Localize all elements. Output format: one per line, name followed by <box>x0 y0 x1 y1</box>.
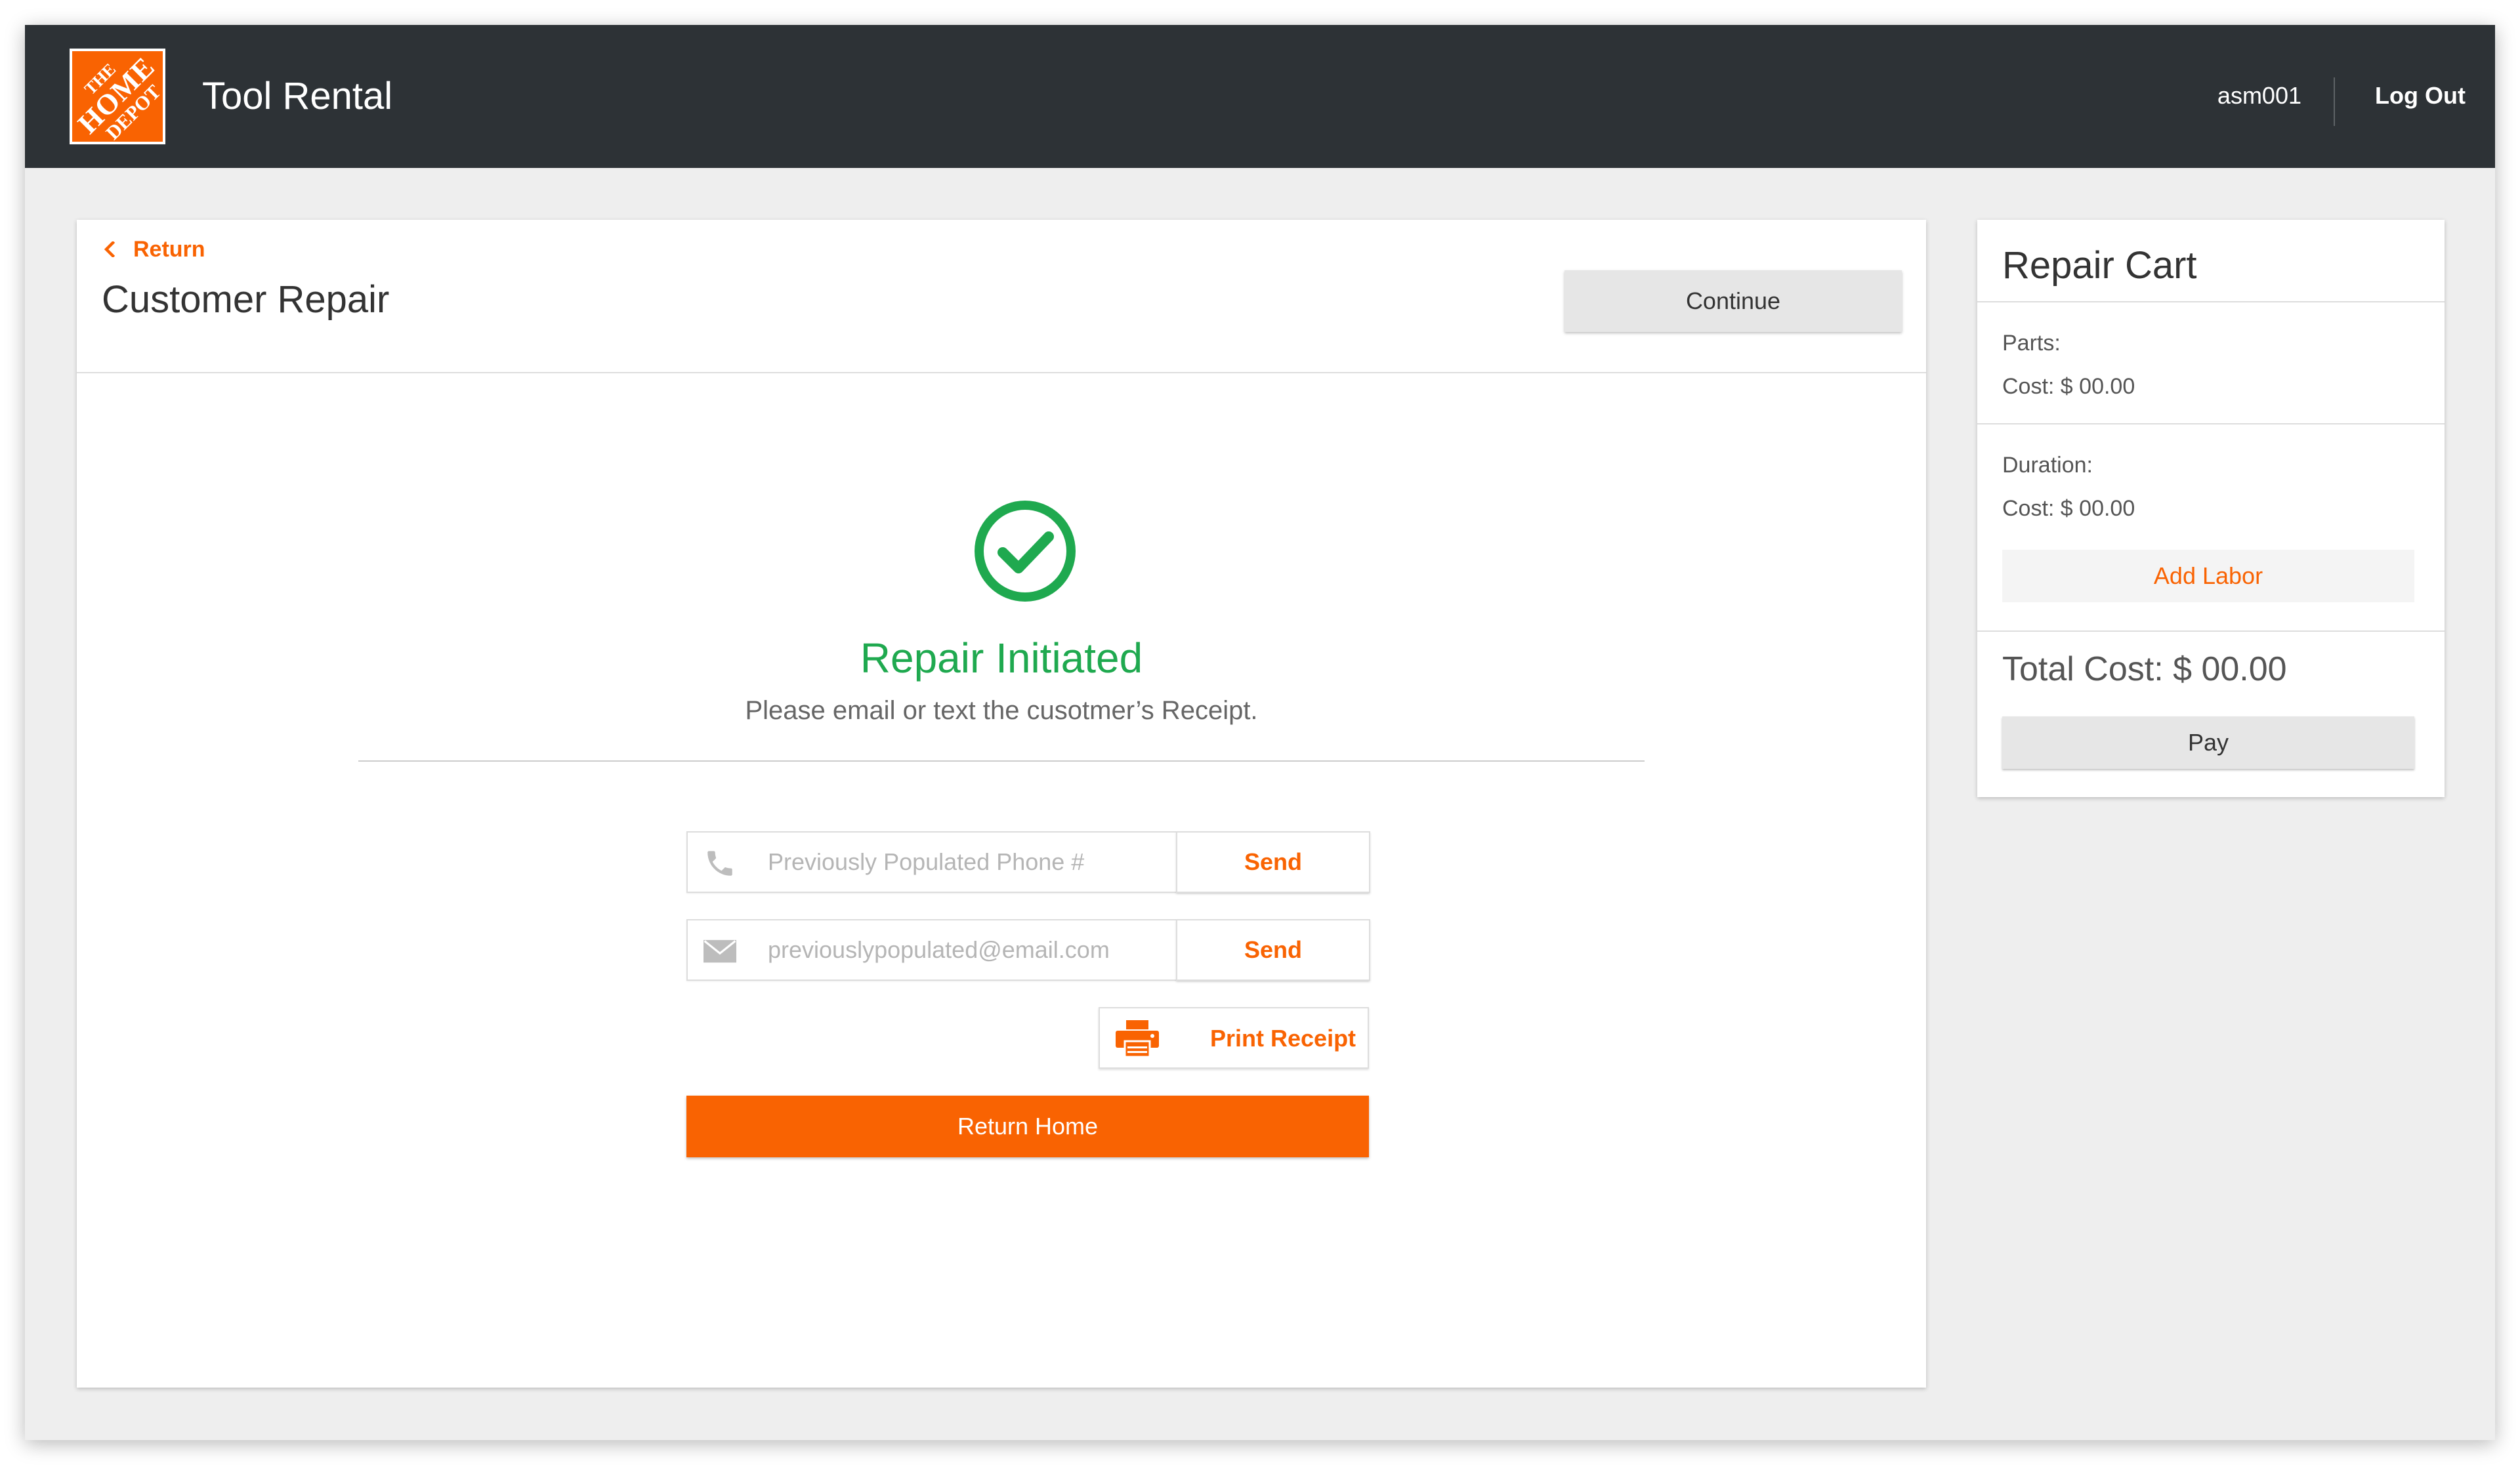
logout-link[interactable]: Log Out <box>2375 79 2466 113</box>
return-link[interactable]: Return <box>102 233 205 266</box>
home-depot-logo: THE HOME DEPOT <box>70 49 165 144</box>
cart-divider <box>1977 630 2445 632</box>
return-home-button[interactable]: Return Home <box>686 1096 1369 1157</box>
header-divider <box>2334 77 2335 126</box>
app-window: THE HOME DEPOT Tool Rental asm001 Log Ou… <box>25 25 2495 1440</box>
email-send-row: Send <box>686 919 1370 981</box>
phone-input[interactable] <box>766 833 1167 892</box>
customer-repair-card: Return Customer Repair Continue Repair I… <box>77 220 1926 1388</box>
cart-divider <box>1977 423 2445 424</box>
phone-send-row: Send <box>686 831 1370 893</box>
parts-cost: Cost: $ 00.00 <box>2002 374 2135 399</box>
cart-title: Repair Cart <box>2002 244 2197 287</box>
duration-label: Duration: <box>2002 453 2093 478</box>
print-receipt-button[interactable]: Print Receipt <box>1099 1007 1369 1069</box>
send-text-button[interactable]: Send <box>1176 831 1370 893</box>
app-title: Tool Rental <box>202 75 393 117</box>
return-link-label: Return <box>133 237 205 262</box>
envelope-icon <box>704 939 736 963</box>
user-name: asm001 <box>2217 82 2301 109</box>
cart-divider <box>1977 301 2445 302</box>
card-header-divider <box>77 372 1926 373</box>
page-title: Customer Repair <box>102 278 390 321</box>
status-divider <box>358 760 1645 762</box>
duration-cost: Cost: $ 00.00 <box>2002 496 2135 521</box>
email-input[interactable] <box>766 920 1167 980</box>
continue-button[interactable]: Continue <box>1564 270 1902 332</box>
pay-button[interactable]: Pay <box>2002 716 2414 769</box>
check-circle-icon <box>975 501 1076 602</box>
top-header: THE HOME DEPOT Tool Rental asm001 Log Ou… <box>25 25 2495 168</box>
add-labor-button[interactable]: Add Labor <box>2002 550 2414 602</box>
chevron-left-icon <box>104 241 116 257</box>
parts-label: Parts: <box>2002 331 2061 356</box>
send-email-button[interactable]: Send <box>1176 919 1370 981</box>
repair-cart-panel: Repair Cart Parts: Cost: $ 00.00 Duratio… <box>1977 220 2445 797</box>
total-cost: Total Cost: $ 00.00 <box>2002 650 2287 688</box>
printer-icon <box>1116 1020 1159 1057</box>
status-subtitle: Please email or text the cusotmer’s Rece… <box>745 696 1258 725</box>
phone-icon <box>707 851 732 876</box>
status-title: Repair Initiated <box>860 634 1143 682</box>
print-receipt-label: Print Receipt <box>1210 1025 1356 1052</box>
